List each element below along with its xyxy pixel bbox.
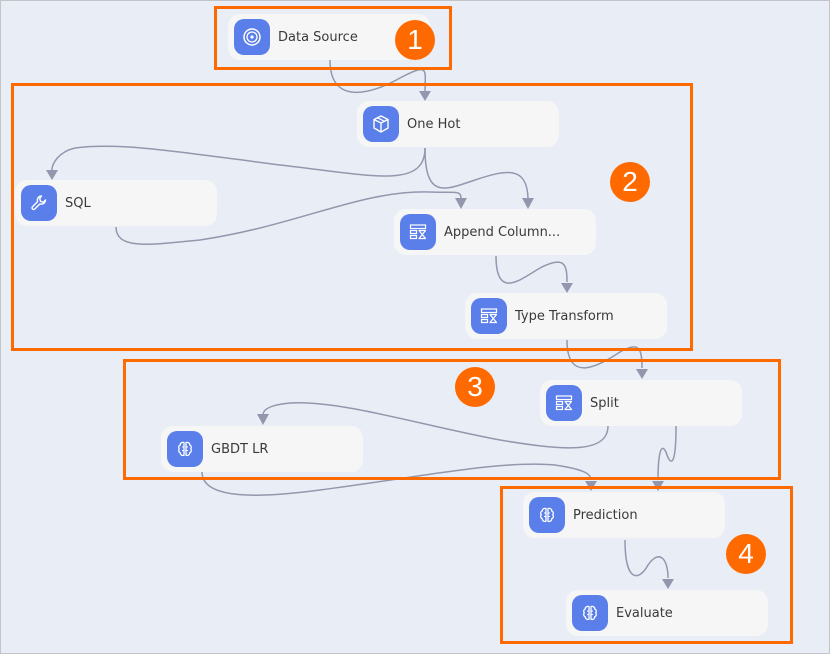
node-type-transform[interactable]: Type Transform [465,293,667,339]
group-badge-3: 3 [455,367,495,407]
node-gbdt-lr[interactable]: GBDT LR [161,426,363,472]
node-label: SQL [65,195,91,211]
node-split[interactable]: Split [540,380,742,426]
group-badge-1: 1 [395,20,435,60]
table-transform-icon [471,298,507,334]
table-transform-icon [546,385,582,421]
table-transform-icon [400,214,436,250]
group-badge-4: 4 [726,534,766,574]
node-label: Evaluate [616,605,673,621]
cube-icon [363,106,399,142]
brain-icon [167,431,203,467]
node-sql[interactable]: SQL [15,180,217,226]
node-label: GBDT LR [211,441,269,457]
workflow-canvas[interactable] [0,0,830,654]
node-prediction[interactable]: Prediction [523,492,725,538]
node-label: Data Source [278,29,358,45]
node-label: Type Transform [515,308,614,324]
node-label: One Hot [407,116,461,132]
node-label: Prediction [573,507,638,523]
node-append-column[interactable]: Append Column... [394,209,596,255]
brain-icon [572,595,608,631]
node-label: Append Column... [444,224,561,240]
group-badge-2: 2 [610,162,650,202]
wrench-icon [21,185,57,221]
node-one-hot[interactable]: One Hot [357,101,559,147]
target-icon [234,19,270,55]
node-evaluate[interactable]: Evaluate [566,590,768,636]
brain-icon [529,497,565,533]
node-label: Split [590,395,619,411]
